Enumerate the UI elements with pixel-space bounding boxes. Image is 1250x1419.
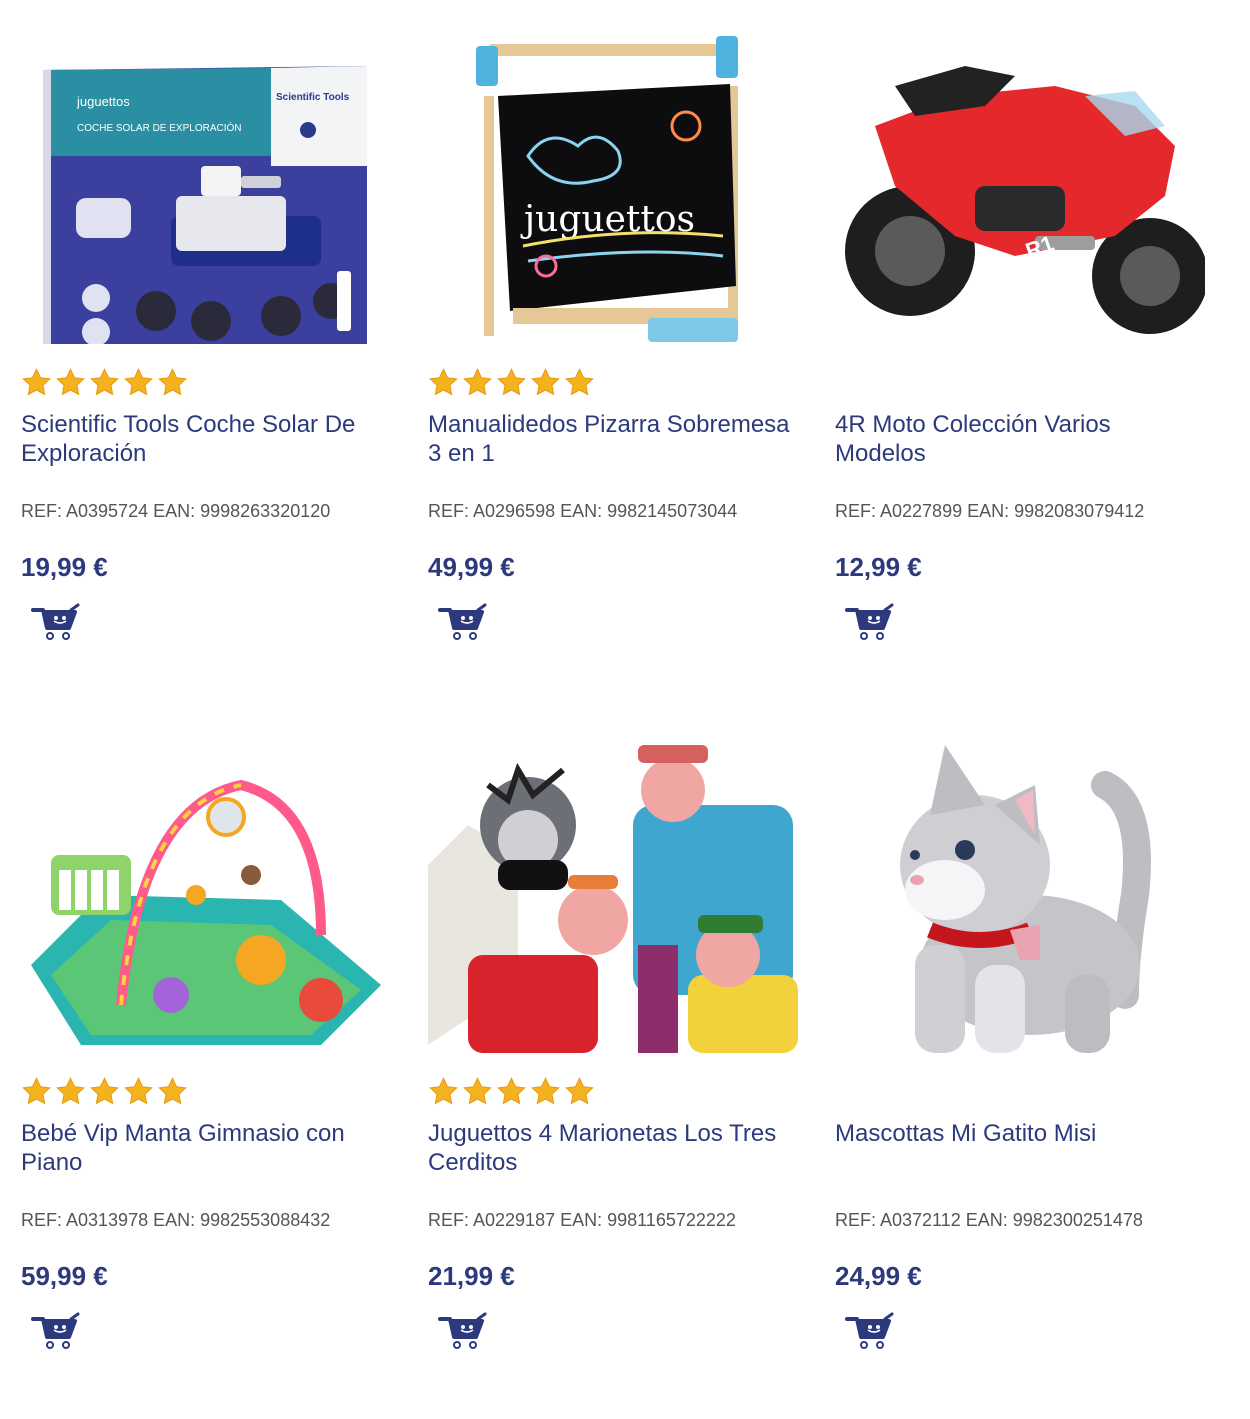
product-card: Mascottas Mi Gatito Misi REF: A0372112 E…: [835, 745, 1205, 1351]
add-to-cart-button[interactable]: [31, 1311, 81, 1351]
add-to-cart-button[interactable]: [438, 602, 488, 642]
product-card: R1 4R Moto Colección Varios Modelos REF:…: [835, 36, 1205, 642]
star-icon: [531, 367, 560, 395]
shopping-cart-icon: [438, 1312, 487, 1349]
star-icon: [497, 1076, 526, 1104]
star-icon: [497, 367, 526, 395]
star-icon: [531, 1076, 560, 1104]
box-logo-text: Scientific Tools: [276, 92, 350, 103]
star-icon: [463, 1076, 492, 1104]
product-price: 24,99 €: [835, 1261, 922, 1291]
product-photo: R1: [845, 66, 1205, 334]
product-image[interactable]: R1: [835, 36, 1205, 344]
rating-stars: [428, 1069, 798, 1113]
star-icon: [22, 367, 51, 395]
add-to-cart-button[interactable]: [845, 602, 895, 642]
star-icon: [22, 1076, 51, 1104]
product-card: Bebé Vip Manta Gimnasio con Piano REF: A…: [21, 745, 391, 1351]
star-icon: [90, 367, 119, 395]
star-icon: [124, 1076, 153, 1104]
product-grid: juguettos COCHE SOLAR DE EXPLORACIÓN Sci…: [0, 0, 1250, 1419]
product-price: 59,99 €: [21, 1261, 108, 1291]
star-icon: [463, 367, 492, 395]
product-image[interactable]: [835, 745, 1205, 1053]
star-icon: [158, 367, 187, 395]
product-title-link[interactable]: Manualidedos Pizarra Sobremesa 3 en 1: [428, 410, 798, 474]
product-title-link[interactable]: 4R Moto Colección Varios Modelos: [835, 410, 1205, 474]
product-photo: [31, 779, 381, 1045]
add-to-cart-button[interactable]: [31, 602, 81, 642]
shopping-cart-icon: [438, 603, 487, 640]
product-card: juguettos Manualidedos Pizarra Sobremesa…: [428, 36, 798, 642]
shopping-cart-icon: [845, 603, 894, 640]
product-image[interactable]: [428, 745, 798, 1053]
star-icon: [429, 367, 458, 395]
shopping-cart-icon: [31, 603, 80, 640]
product-ref: REF: A0296598 EAN: 9982145073044: [428, 501, 738, 521]
star-icon: [56, 1076, 85, 1104]
rating-stars: [428, 360, 798, 404]
box-brand-text: juguettos: [76, 94, 130, 109]
add-to-cart-button[interactable]: [438, 1311, 488, 1351]
product-photo: [900, 745, 1151, 1053]
product-price: 49,99 €: [428, 552, 515, 582]
rating-stars: [21, 360, 391, 404]
product-title-link[interactable]: Scientific Tools Coche Solar De Explorac…: [21, 410, 391, 474]
product-photo: juguettos: [476, 36, 738, 342]
product-card: juguettos COCHE SOLAR DE EXPLORACIÓN Sci…: [21, 36, 391, 642]
product-ref: REF: A0227899 EAN: 9982083079412: [835, 501, 1145, 521]
product-price: 21,99 €: [428, 1261, 515, 1291]
shopping-cart-icon: [31, 1312, 80, 1349]
product-title-link[interactable]: Mascottas Mi Gatito Misi: [835, 1119, 1205, 1183]
star-icon: [90, 1076, 119, 1104]
rating-stars: [21, 1069, 391, 1113]
product-image[interactable]: juguettos: [428, 36, 798, 344]
star-icon: [429, 1076, 458, 1104]
product-price: 19,99 €: [21, 552, 108, 582]
product-price: 12,99 €: [835, 552, 922, 582]
star-icon: [565, 367, 594, 395]
star-icon: [56, 367, 85, 395]
product-ref: REF: A0372112 EAN: 9982300251478: [835, 1210, 1143, 1230]
star-icon: [158, 1076, 187, 1104]
product-image[interactable]: juguettos COCHE SOLAR DE EXPLORACIÓN Sci…: [21, 36, 391, 344]
box-title-text: COCHE SOLAR DE EXPLORACIÓN: [77, 121, 241, 134]
star-icon: [565, 1076, 594, 1104]
product-title-link[interactable]: Juguettos 4 Marionetas Los Tres Cerditos: [428, 1119, 798, 1183]
add-to-cart-button[interactable]: [845, 1311, 895, 1351]
product-photo: [428, 745, 798, 1053]
product-ref: REF: A0229187 EAN: 9981165722222: [428, 1210, 736, 1230]
product-card: Juguettos 4 Marionetas Los Tres Cerditos…: [428, 745, 798, 1351]
shopping-cart-icon: [845, 1312, 894, 1349]
product-image[interactable]: [21, 745, 391, 1053]
star-icon: [124, 367, 153, 395]
product-ref: REF: A0395724 EAN: 9998263320120: [21, 501, 331, 521]
product-photo: juguettos COCHE SOLAR DE EXPLORACIÓN Sci…: [43, 66, 367, 344]
product-ref: REF: A0313978 EAN: 9982553088432: [21, 1210, 331, 1230]
product-title-link[interactable]: Bebé Vip Manta Gimnasio con Piano: [21, 1119, 391, 1183]
